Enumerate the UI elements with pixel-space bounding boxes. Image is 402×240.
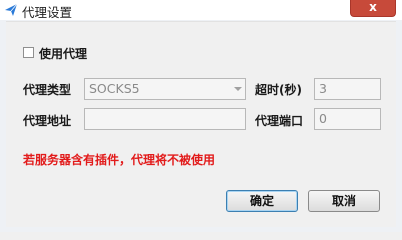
proxy-address-input[interactable] <box>84 108 246 130</box>
timeout-input[interactable]: 3 <box>314 78 381 100</box>
proxy-address-label: 代理地址 <box>23 114 72 128</box>
chevron-down-icon[interactable] <box>234 87 242 91</box>
cancel-button[interactable]: 取消 <box>308 190 380 212</box>
proxy-settings-window: 代理设置 x 使用代理 代理类型 SOCKS5 超时(秒) 3 代理地址 代理端… <box>0 0 402 232</box>
proxy-port-label: 代理端口 <box>255 114 304 128</box>
window-title: 代理设置 <box>22 5 73 20</box>
use-proxy-checkbox[interactable] <box>23 47 34 58</box>
use-proxy-label[interactable]: 使用代理 <box>39 45 87 62</box>
ok-button[interactable]: 确定 <box>226 190 298 212</box>
close-button[interactable]: x <box>350 0 396 17</box>
dialog-body: 使用代理 代理类型 SOCKS5 超时(秒) 3 代理地址 代理端口 0 若服务… <box>6 21 396 227</box>
proxy-type-label: 代理类型 <box>23 83 72 97</box>
paper-plane-icon <box>5 3 18 16</box>
proxy-type-select[interactable]: SOCKS5 <box>84 78 246 100</box>
proxy-port-input[interactable]: 0 <box>314 108 381 130</box>
plugin-warning-text: 若服务器含有插件，代理将不被使用 <box>23 153 216 167</box>
proxy-type-value: SOCKS5 <box>89 81 140 96</box>
title-bar[interactable]: 代理设置 x <box>0 0 402 20</box>
timeout-label: 超时(秒) <box>255 83 302 97</box>
